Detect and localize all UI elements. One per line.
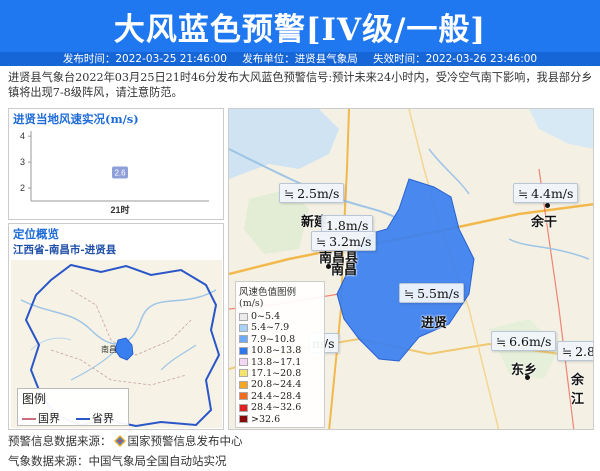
scale-swatch — [239, 323, 248, 332]
scale-label: 28.4~32.6 — [251, 402, 302, 414]
warning-source-name: 国家预警信息发布中心 — [127, 434, 243, 448]
publish-time: 发布时间：2022-03-25 21:46:00 — [62, 53, 227, 65]
country-border-swatch — [22, 418, 36, 420]
wind-label-jinxian[interactable]: ≒ 5.5m/s — [399, 283, 465, 303]
city-dot-dongxiang — [525, 375, 530, 380]
wind-label-dongxiang[interactable]: ≒ 6.6m/s — [491, 331, 557, 351]
scale-row: 5.4~7.9 — [239, 322, 321, 333]
warning-header: 大风蓝色预警[IV级/一般] 发布时间：2022-03-25 21:46:00 … — [0, 0, 600, 66]
y-tick-label: 3 — [20, 157, 25, 167]
wind-label-xinjian[interactable]: ≒ 2.5m/s — [279, 183, 345, 203]
wind-value: 2.8 — [575, 344, 594, 359]
warning-meta-bar: 发布时间：2022-03-25 21:46:00 发布单位：进贤县气象局 失效时… — [0, 52, 600, 66]
wind-icon: ≒ — [518, 187, 529, 201]
wind-panel-title: 进贤当地风速实况(m/s) — [13, 112, 139, 126]
city-jinxian: 进贤 — [421, 316, 448, 331]
warning-source-prefix: 预警信息数据来源： — [8, 434, 112, 448]
wind-icon: ≒ — [562, 345, 573, 359]
city-yugan: 余干 — [531, 215, 558, 230]
wind-icon: ≒ — [284, 187, 295, 201]
scale-row: 20.8~24.4 — [239, 379, 321, 390]
scale-swatch — [239, 392, 248, 401]
scale-row: 7.9~10.8 — [239, 334, 321, 345]
y-tick-label: 4 — [20, 131, 25, 141]
scale-label: 13.8~17.1 — [251, 356, 302, 368]
overview-map[interactable]: 南昌 图例 国界 省界 — [11, 260, 222, 428]
scale-row: 13.8~17.1 — [239, 357, 321, 368]
wind-scale-legend: 风速色值图例 (m/s) 0~5.4 5.4~7.9 7.9~10.8 10.8~13… — [235, 281, 325, 428]
scale-row: 24.4~28.4 — [239, 391, 321, 402]
wind-value: 4.4m/s — [531, 186, 574, 201]
scale-row: 0~5.4 — [239, 311, 321, 322]
data-label: 2.6 — [114, 168, 126, 177]
scale-legend-rows: 0~5.4 5.4~7.9 7.9~10.8 10.8~13.8 13.8~17.1 17… — [239, 311, 321, 425]
legend-country-border: 国界 — [22, 410, 60, 426]
wind-icon: ≒ — [316, 235, 327, 249]
city-dot-nanchang — [326, 264, 331, 269]
scale-swatch — [239, 335, 248, 344]
scale-swatch — [239, 380, 248, 389]
location-path: 江西省-南昌市-进贤县 — [13, 244, 117, 256]
scale-swatch — [239, 369, 248, 378]
warning-center-logo-icon — [113, 435, 126, 447]
x-tick-label: 21时 — [110, 204, 129, 215]
city-nanchang: 南昌 — [331, 263, 358, 278]
scale-row: >32.6 — [239, 414, 321, 425]
wind-value: 5.5m/s — [417, 286, 460, 301]
warning-source: 预警信息数据来源： 国家预警信息发布中心 — [8, 433, 243, 449]
legend-country-label: 国界 — [38, 412, 60, 425]
scale-row: 28.4~32.6 — [239, 402, 321, 413]
wind-speed-panel: 进贤当地风速实况(m/s) 2 3 4 2.6 21时 — [8, 108, 224, 220]
wind-value: 3.2m/s — [329, 234, 372, 249]
wind-value: 6.6m/s — [509, 334, 552, 349]
scale-legend-title: 风速色值图例 (m/s) — [239, 287, 297, 309]
wind-icon: ≒ — [404, 287, 415, 301]
y-tick-label: 2 — [20, 183, 25, 193]
overview-map-city: 南昌 — [101, 345, 117, 354]
scale-swatch — [239, 358, 248, 367]
wind-label-nanchang-b[interactable]: ≒ 3.2m/s — [311, 231, 377, 251]
scale-label: 0~5.4 — [251, 311, 281, 322]
scale-swatch — [239, 403, 248, 412]
scale-label: 24.4~28.4 — [251, 390, 302, 402]
scale-swatch — [239, 312, 248, 321]
wind-label-yujiang[interactable]: ≒ 2.8 — [557, 341, 594, 361]
scale-row: 10.8~13.8 — [239, 345, 321, 356]
scale-label: 5.4~7.9 — [251, 322, 290, 334]
wind-value: 2.5m/s — [297, 186, 340, 201]
scale-row: 17.1~20.8 — [239, 368, 321, 379]
wind-label-yugan[interactable]: ≒ 4.4m/s — [513, 183, 579, 203]
page-title: 大风蓝色预警[IV级/一般] — [113, 12, 487, 48]
scale-label: 17.1~20.8 — [251, 367, 302, 379]
weather-source: 气象数据来源：中国气象局全国自动站实况 — [8, 454, 227, 468]
wind-speed-chart: 2 3 4 2.6 21时 — [20, 131, 209, 215]
legend-title: 图例 — [22, 392, 47, 406]
legend-province-border: 省界 — [76, 410, 114, 426]
overview-legend: 图例 国界 省界 — [17, 388, 129, 426]
publisher: 发布单位：进贤县气象局 — [242, 53, 358, 65]
city-dongxiang: 东乡 — [511, 363, 538, 378]
scale-label: 10.8~13.8 — [251, 345, 302, 357]
warning-description: 进贤县气象台2022年03月25日21时46分发布大风蓝色预警信号:预计未来24… — [8, 71, 593, 99]
location-overview-panel: 定位概览 江西省-南昌市-进贤县 南昌 图例 国界 省界 — [8, 223, 224, 430]
expire-time: 失效时间：2022-03-26 23:46:00 — [373, 53, 538, 65]
location-panel-title: 定位概览 — [13, 227, 59, 241]
scale-label: 7.9~10.8 — [251, 333, 296, 345]
legend-province-label: 省界 — [92, 412, 114, 425]
scale-swatch — [239, 346, 248, 355]
scale-label: >32.6 — [251, 413, 281, 425]
wind-icon: ≒ — [496, 335, 507, 349]
city-yujiang: 余江 — [571, 373, 585, 407]
scale-swatch — [239, 415, 248, 424]
wind-speed-map[interactable]: 新建 南昌县 南昌 余干 进贤 东乡 余江 ≒ 2.5m/s 1.8m/s ≒ 3.… — [228, 108, 594, 430]
scale-label: 20.8~24.4 — [251, 379, 302, 391]
province-border-swatch — [76, 418, 90, 420]
